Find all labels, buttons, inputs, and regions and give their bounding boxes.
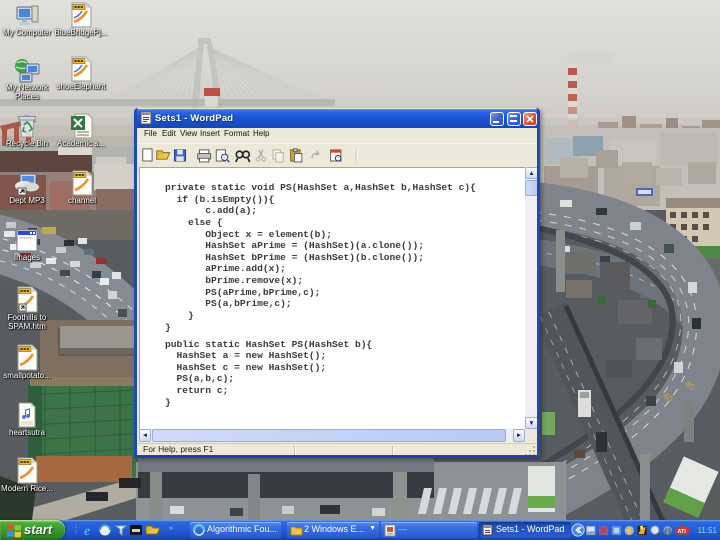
svg-text:e: e	[84, 524, 90, 538]
svg-text:ATI: ATI	[678, 529, 687, 535]
svg-text:»: »	[169, 525, 173, 532]
